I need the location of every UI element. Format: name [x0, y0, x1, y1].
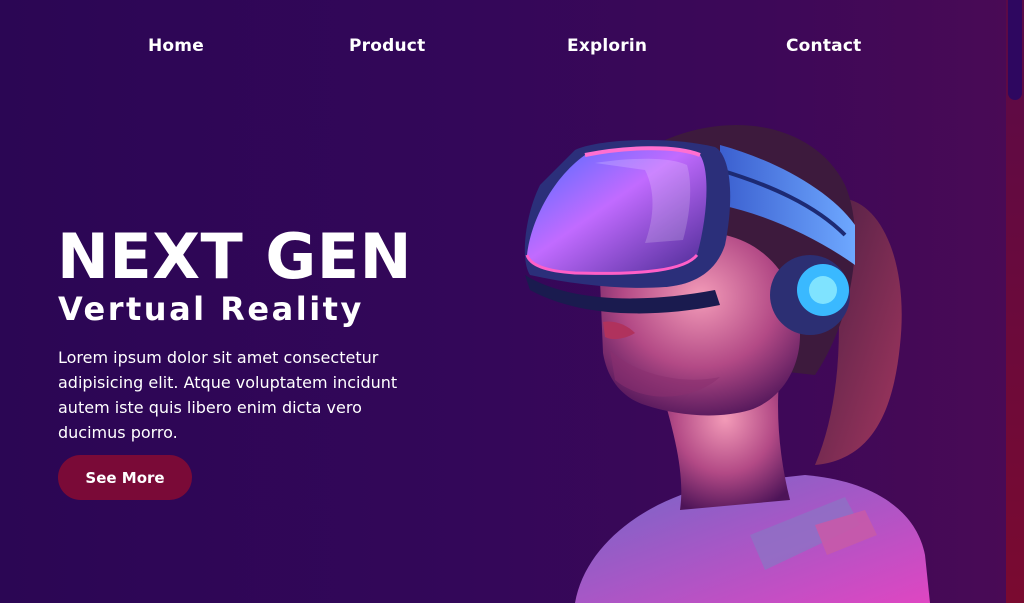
- hero-title: NEXT GEN: [57, 220, 413, 293]
- nav-product-link[interactable]: Product: [349, 36, 425, 56]
- nav-contact-link[interactable]: Contact: [786, 36, 861, 56]
- scrollbar-thumb[interactable]: [1008, 0, 1022, 100]
- top-navigation: Home Product Explorin Contact: [0, 0, 1006, 95]
- vr-headset-woman-illustration: [524, 125, 930, 603]
- nav-explore-link[interactable]: Explorin: [567, 36, 647, 56]
- hero-subtitle: Vertual Reality: [58, 290, 364, 328]
- nav-home-link[interactable]: Home: [148, 36, 204, 56]
- see-more-button[interactable]: See More: [58, 455, 192, 500]
- hero-description: Lorem ipsum dolor sit amet consectetur a…: [58, 348, 398, 442]
- page-scrollbar[interactable]: [1006, 0, 1024, 603]
